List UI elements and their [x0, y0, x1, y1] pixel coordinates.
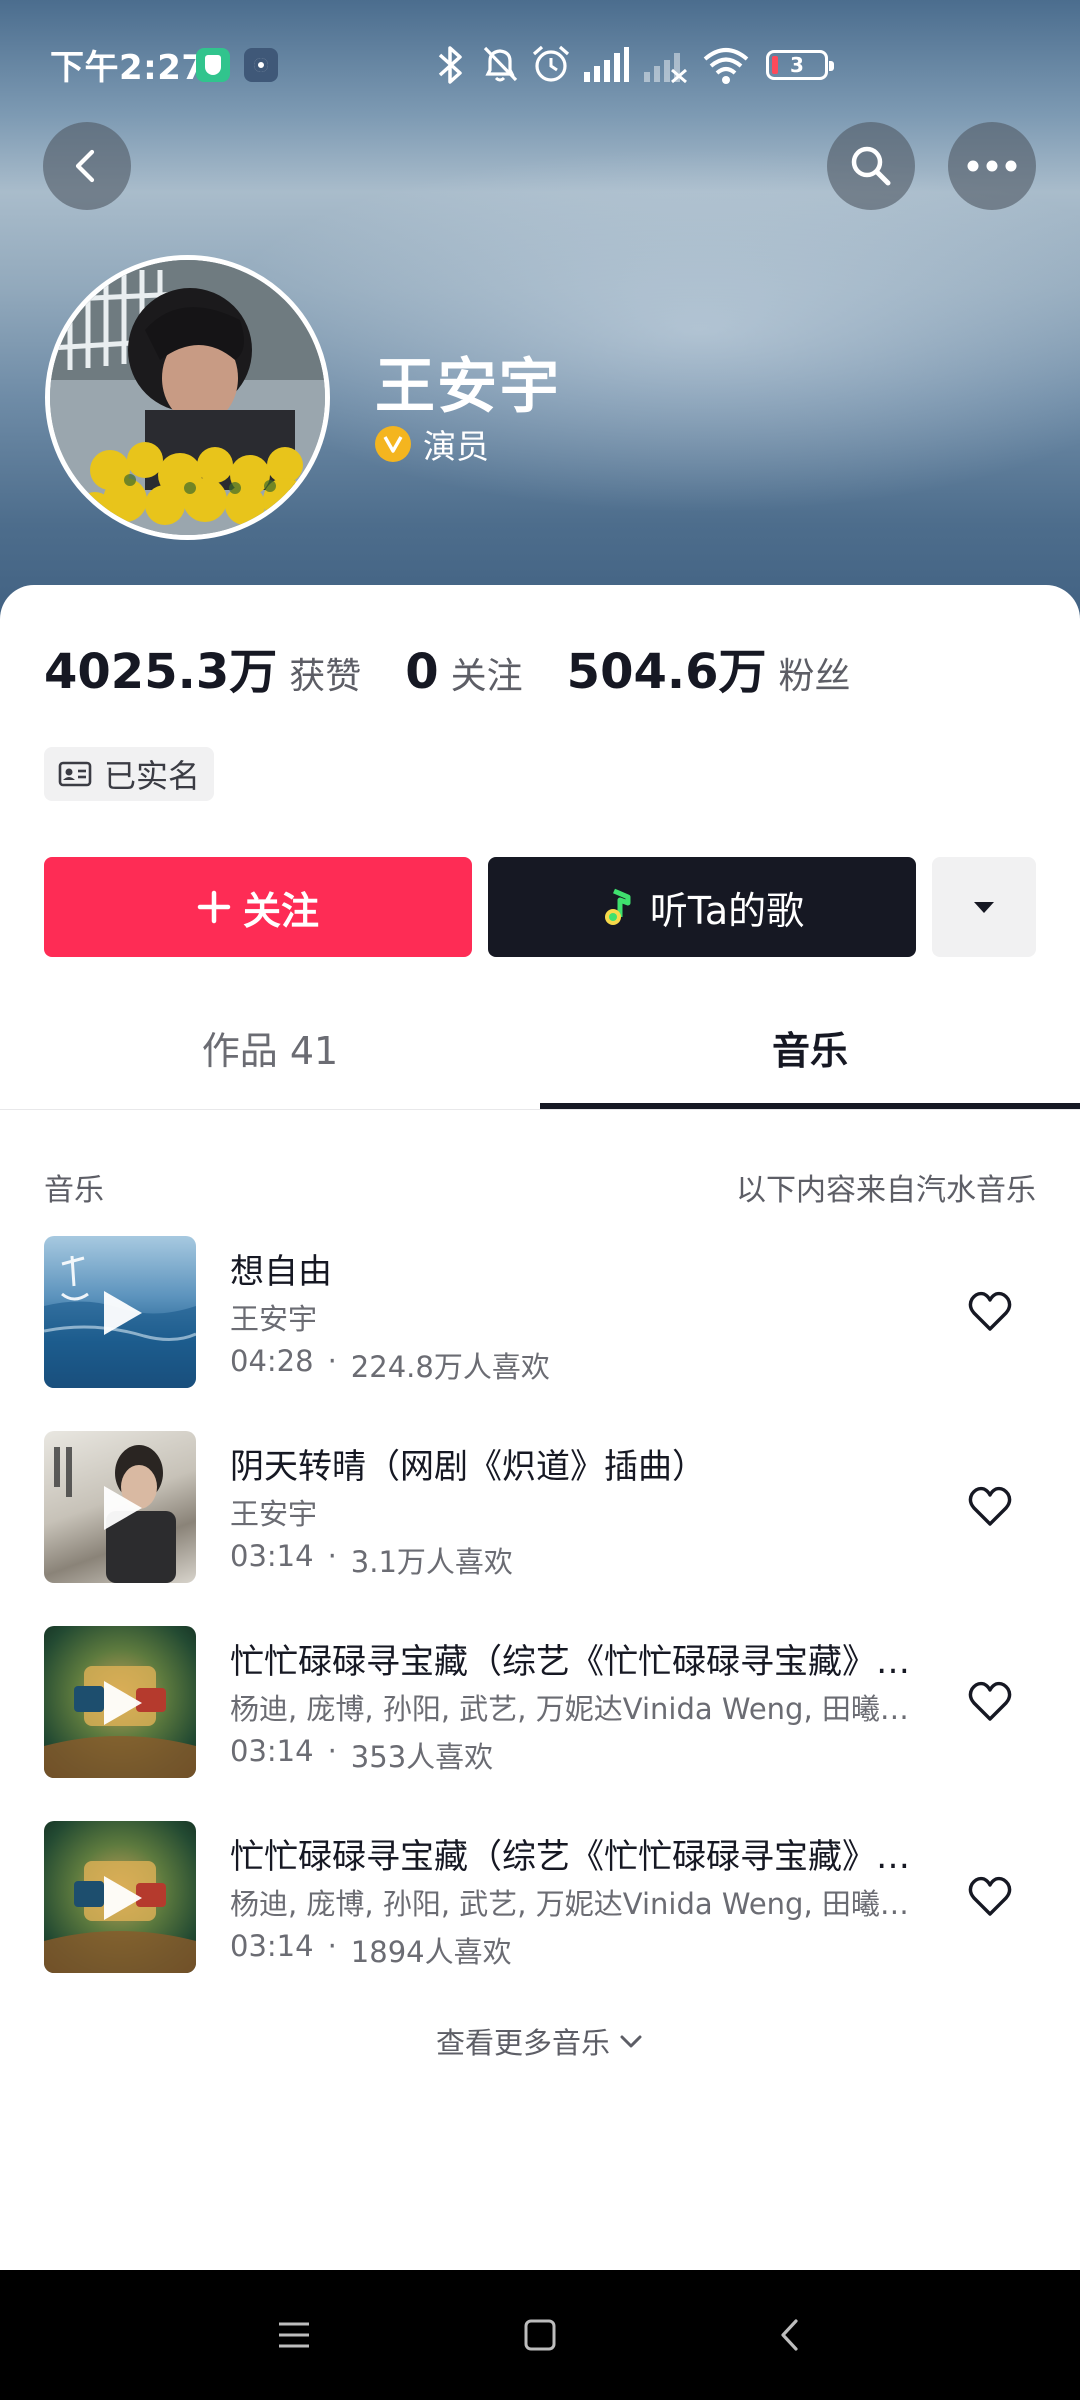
menu-icon: [279, 2322, 309, 2348]
signal-icon: [584, 47, 629, 82]
signal-off-icon: [644, 53, 687, 84]
stat-following-label: 关注: [450, 656, 523, 697]
id-card-icon: [58, 761, 92, 787]
mute-icon: [483, 46, 518, 82]
nav-home-button[interactable]: [515, 2310, 565, 2360]
song-title: 阴天转晴（网剧《炽道》插曲）: [230, 1447, 706, 1487]
play-icon: [104, 1681, 142, 1725]
song-artist: 王安宇: [230, 1302, 318, 1336]
heart-icon[interactable]: [966, 1483, 1014, 1531]
stat-following[interactable]: 0 关注: [405, 644, 522, 700]
more-actions-dropdown[interactable]: [932, 857, 1036, 957]
active-tab-indicator: [540, 1103, 1080, 1109]
chevron-left-icon: [75, 149, 95, 183]
song-duration: 03:14: [230, 1929, 314, 1963]
song-title: 忙忙碌碌寻宝藏（综艺《忙忙碌碌寻宝藏》主题曲）: [230, 1642, 930, 1682]
profile-tabs: 作品 41 音乐: [0, 985, 1080, 1110]
song-title: 想自由: [230, 1252, 332, 1292]
system-navigation-bar: [0, 2270, 1080, 2400]
profile-screen: 下午2:27 3 王安宇 演员 4025.3万 获赞 0 关注 504.6万 粉…: [0, 0, 1080, 2400]
song-likes: 224.8万人喜欢: [350, 1350, 550, 1384]
music-source-note: 以下内容来自汽水音乐: [736, 1173, 1036, 1208]
app-shield-icon: [196, 48, 230, 82]
plus-icon: [197, 890, 231, 924]
listen-label: 听Ta的歌: [649, 888, 805, 933]
chevron-down-icon: [620, 2035, 642, 2048]
follow-button[interactable]: 关注: [44, 857, 472, 957]
back-arrow-icon: [781, 2319, 798, 2351]
status-time: 下午2:27: [50, 48, 206, 88]
v-badge-icon: [375, 426, 411, 462]
stat-followers-value: 504.6万: [566, 644, 767, 700]
song-meta: 04:28 · 224.8万人喜欢: [230, 1344, 550, 1384]
song-meta: 03:14 · 1894人喜欢: [230, 1929, 512, 1969]
see-more-music-link[interactable]: 查看更多音乐: [0, 2020, 1080, 2062]
profile-content-sheet: [0, 585, 1080, 2270]
song-meta: 03:14 · 3.1万人喜欢: [230, 1539, 513, 1579]
alarm-icon: [532, 45, 570, 82]
song-duration: 03:14: [230, 1539, 314, 1573]
bluetooth-icon: [438, 46, 462, 84]
heart-icon[interactable]: [966, 1678, 1014, 1726]
see-more-music-label: 查看更多音乐: [435, 2026, 610, 2060]
tab-music[interactable]: 音乐: [540, 985, 1080, 1110]
stat-likes-value: 4025.3万: [44, 644, 278, 700]
song-artist: 杨迪, 庞博, 孙阳, 武艺, 万妮达Vinida Weng, 田曦薇, 王安宇: [230, 1692, 925, 1726]
soda-music-icon: [604, 888, 631, 925]
song-cover[interactable]: [44, 1626, 196, 1778]
nav-recents-button[interactable]: [269, 2310, 319, 2360]
stat-likes-label: 获赞: [289, 656, 362, 697]
song-likes: 1894人喜欢: [350, 1935, 512, 1969]
song-item[interactable]: 忙忙碌碌寻宝藏（综艺《忙忙碌碌寻宝藏》主题曲） 杨迪, 庞博, 孙阳, 武艺, …: [0, 1821, 1080, 1973]
song-duration: 03:14: [230, 1734, 314, 1768]
listen-songs-button[interactable]: 听Ta的歌: [488, 857, 916, 957]
profile-avatar[interactable]: [45, 255, 330, 540]
battery-level: 3: [790, 53, 804, 77]
music-section-title: 音乐: [44, 1173, 104, 1208]
stat-likes[interactable]: 4025.3万 获赞: [44, 632, 361, 702]
search-icon: [851, 146, 891, 186]
play-icon: [104, 1876, 142, 1920]
song-cover[interactable]: [44, 1431, 196, 1583]
status-bar: 下午2:27 3: [0, 0, 1080, 128]
follow-label: 关注: [242, 888, 319, 933]
song-likes: 353人喜欢: [350, 1740, 494, 1774]
realname-badge[interactable]: 已实名: [44, 747, 215, 801]
more-options-button[interactable]: [948, 122, 1036, 210]
profile-stats: 4025.3万 获赞 0 关注 504.6万 粉丝: [44, 632, 851, 702]
song-title: 忙忙碌碌寻宝藏（综艺《忙忙碌碌寻宝藏》主题曲）: [230, 1837, 930, 1877]
nav-back-button[interactable]: [765, 2310, 815, 2360]
song-likes: 3.1万人喜欢: [350, 1545, 513, 1579]
verified-label: 演员: [423, 427, 489, 466]
song-artist: 王安宇: [230, 1497, 318, 1531]
song-item[interactable]: 想自由 王安宇 04:28 · 224.8万人喜欢: [0, 1236, 1080, 1388]
heart-icon[interactable]: [966, 1873, 1014, 1921]
battery-icon: 3: [766, 50, 834, 80]
realname-label: 已实名: [104, 757, 201, 795]
heart-icon[interactable]: [966, 1288, 1014, 1336]
play-icon: [104, 1291, 142, 1335]
song-item[interactable]: 忙忙碌碌寻宝藏（综艺《忙忙碌碌寻宝藏》主题曲） 杨迪, 庞博, 孙阳, 武艺, …: [0, 1626, 1080, 1778]
stat-following-value: 0: [405, 644, 439, 700]
search-button[interactable]: [827, 122, 915, 210]
home-square-icon: [524, 2319, 556, 2351]
song-item[interactable]: 阴天转晴（网剧《炽道》插曲） 王安宇 03:14 · 3.1万人喜欢: [0, 1431, 1080, 1583]
tab-works[interactable]: 作品 41: [0, 985, 540, 1110]
back-button[interactable]: [43, 122, 131, 210]
song-duration: 04:28: [230, 1344, 314, 1378]
caret-down-icon: [974, 902, 994, 913]
more-dots-icon: [967, 160, 1017, 172]
song-meta: 03:14 · 353人喜欢: [230, 1734, 494, 1774]
verified-row: 演员: [375, 420, 489, 468]
song-cover[interactable]: [44, 1821, 196, 1973]
song-cover[interactable]: [44, 1236, 196, 1388]
avatar-photo: [50, 260, 325, 535]
song-artist: 杨迪, 庞博, 孙阳, 武艺, 万妮达Vinida Weng, 田曦薇, 王安宇: [230, 1887, 925, 1921]
profile-name: 王安宇: [375, 352, 561, 422]
stat-followers[interactable]: 504.6万 粉丝: [567, 632, 851, 702]
play-icon: [104, 1486, 142, 1530]
stat-followers-label: 粉丝: [778, 656, 851, 697]
app-settings-icon: [244, 48, 278, 82]
wifi-icon: [703, 48, 749, 84]
